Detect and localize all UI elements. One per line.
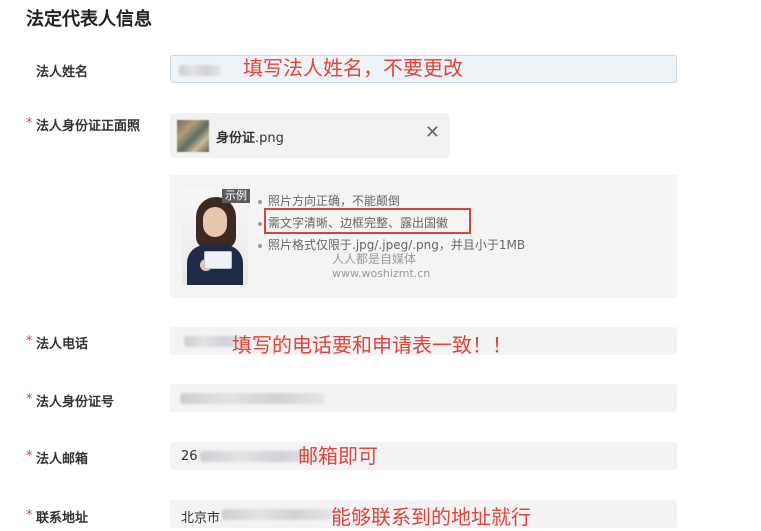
example-panel: 示例 照片方向正确，不能颠倒 需文字清晰、边框完整、露出国徽 照片格式仅限于.j… — [170, 175, 677, 298]
email-value: 26 — [181, 449, 198, 464]
file-name: 身份证.png — [216, 131, 284, 146]
redacted-value — [179, 65, 221, 76]
id-number-input[interactable] — [170, 384, 677, 412]
watermark-url: www.woshizmt.cn — [332, 267, 431, 280]
id-number-label: * 法人身份证号 — [26, 392, 115, 410]
watermark-text: 人人都是自媒体 — [332, 252, 417, 266]
annotation-legal-name: 填写法人姓名，不要更改 — [243, 56, 463, 80]
close-icon[interactable]: ✕ — [425, 124, 440, 142]
email-input[interactable]: 26 — [170, 442, 677, 470]
redacted-value — [180, 393, 325, 404]
annotation-email: 邮箱即可 — [298, 444, 378, 468]
page-title: 法定代表人信息 — [26, 9, 152, 30]
id-photo-label: * 法人身份证正面照 — [26, 116, 141, 134]
file-thumbnail — [177, 120, 209, 152]
required-mark: * — [26, 116, 33, 131]
email-label: * 法人邮箱 — [26, 449, 89, 467]
legal-name-label: 法人姓名 — [36, 65, 89, 80]
redacted-value — [222, 509, 332, 520]
example-tag: 示例 — [222, 189, 250, 203]
highlight-box — [264, 208, 471, 234]
example-photo — [182, 189, 248, 285]
annotation-address: 能够联系到的地址就行 — [331, 505, 531, 529]
phone-label: * 法人电话 — [26, 334, 89, 352]
tip-item: 照片方向正确，不能颠倒 — [258, 192, 400, 209]
annotation-phone: 填写的电话要和申请表一致！！ — [232, 333, 512, 357]
uploaded-file-chip: 身份证.png ✕ — [170, 113, 450, 158]
address-label: * 联系地址 — [26, 508, 89, 526]
address-value: 北京市 — [181, 511, 221, 526]
